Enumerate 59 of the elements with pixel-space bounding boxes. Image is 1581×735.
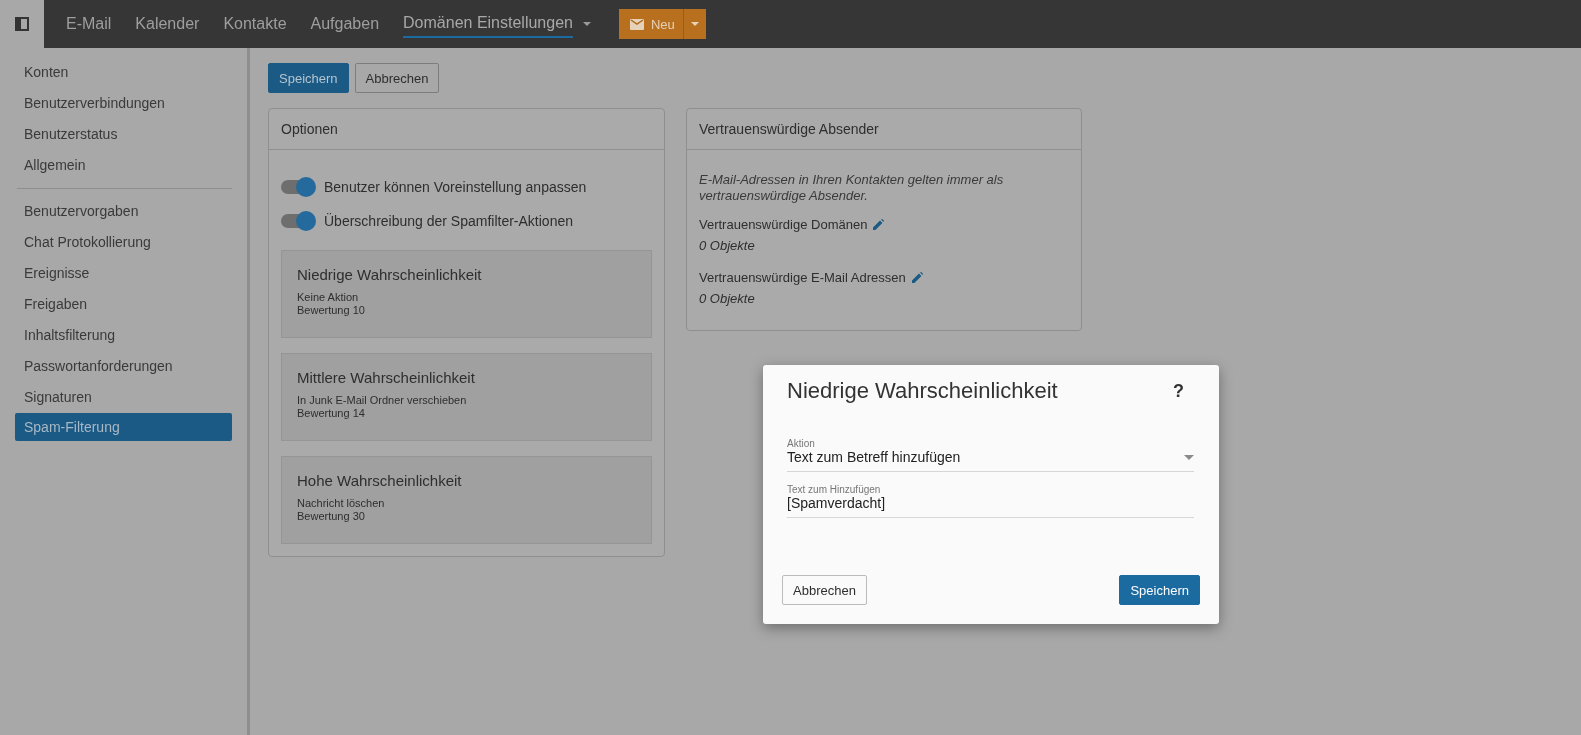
toggle-label: Überschreibung der Spamfilter-Aktionen bbox=[324, 213, 573, 229]
sidebar-item[interactable]: Allgemein bbox=[15, 150, 232, 181]
level-score: Bewertung 30 bbox=[297, 510, 366, 523]
sidebar-item[interactable]: Benutzerstatus bbox=[15, 119, 232, 150]
sidebar-item[interactable]: Chat Protokollierung bbox=[15, 227, 232, 258]
item-count: 0 Objekte bbox=[699, 238, 756, 253]
level-card[interactable]: Niedrige Wahrscheinlichkeit Keine Aktion Bewertung 10 bbox=[281, 250, 652, 338]
sidebar-item[interactable]: Ereignisse bbox=[15, 258, 232, 289]
sidebar-item[interactable]: Konten bbox=[15, 57, 232, 88]
item-count: 0 Objekte bbox=[699, 291, 756, 306]
sidebar-item[interactable]: Spam-Filterung bbox=[15, 413, 232, 441]
sidebar-item[interactable]: Passwortanforderungen bbox=[15, 351, 232, 382]
select-field[interactable]: Aktion Text zum Betreff hinzufügen bbox=[787, 438, 1194, 472]
sidebar-item[interactable]: Signaturen bbox=[15, 382, 232, 413]
dropdown-button[interactable] bbox=[683, 9, 706, 39]
level-score: Bewertung 14 bbox=[297, 407, 366, 420]
panel-title: Vertrauenswürdige Absender bbox=[687, 109, 1081, 150]
level-title: Niedrige Wahrscheinlichkeit bbox=[297, 266, 483, 283]
edit-button[interactable] bbox=[911, 271, 923, 283]
sidebar-item[interactable]: Freigaben bbox=[15, 289, 232, 320]
list-label: Vertrauenswürdige E-Mail Adressen bbox=[699, 269, 906, 285]
edit-button[interactable] bbox=[873, 218, 885, 230]
caret-icon bbox=[1184, 454, 1194, 460]
dialog-title: Niedrige Wahrscheinlichkeit bbox=[787, 378, 1058, 404]
info-note: E-Mail-Adressen in Ihren Kontakten gelten immer als vertrauenswürdige Absender. bbox=[699, 172, 1005, 204]
nav-tab[interactable]: Aufgaben bbox=[310, 11, 380, 37]
help-button[interactable]: ? bbox=[1167, 380, 1190, 402]
nav-tab[interactable]: E-Mail bbox=[66, 11, 112, 37]
pencil-icon bbox=[911, 271, 923, 283]
envelope-icon bbox=[629, 18, 644, 30]
nav-tab[interactable]: Kalender bbox=[135, 11, 200, 37]
save-button[interactable]: Speichern bbox=[1119, 575, 1200, 605]
nav-tab[interactable]: Kontakte bbox=[223, 11, 287, 37]
sidebar-item[interactable]: Benutzervorgaben bbox=[15, 196, 232, 227]
level-title: Mittlere Wahrscheinlichkeit bbox=[297, 369, 476, 386]
list-label: Vertrauenswürdige Domänen bbox=[699, 216, 868, 232]
toggle-switch[interactable] bbox=[281, 180, 315, 194]
new-button[interactable]: Neu bbox=[618, 9, 684, 39]
level-score: Bewertung 10 bbox=[297, 304, 366, 317]
nav-tab[interactable]: Domänen Einstellungen bbox=[403, 10, 573, 38]
sidebar-toggle-button[interactable] bbox=[0, 0, 44, 48]
toggle-label: Benutzer können Voreinstellung anpassen bbox=[324, 179, 587, 195]
save-button[interactable]: Speichern bbox=[268, 63, 349, 93]
input-field[interactable]: Text zum Hinzufügen [Spamverdacht] bbox=[787, 484, 1194, 518]
level-action: Nachricht löschen bbox=[297, 497, 386, 510]
caret-icon bbox=[690, 21, 699, 27]
cancel-button[interactable]: Abbrechen bbox=[782, 575, 867, 605]
level-action: Keine Aktion bbox=[297, 291, 360, 304]
level-action: In Junk E-Mail Ordner verschieben bbox=[297, 394, 468, 407]
sidebar-item[interactable]: Inhaltsfilterung bbox=[15, 320, 232, 351]
pencil-icon bbox=[873, 218, 885, 230]
toggle-switch[interactable] bbox=[281, 214, 315, 228]
level-card[interactable]: Hohe Wahrscheinlichkeit Nachricht löschen Bewertung 30 bbox=[281, 456, 652, 544]
sidebar-item[interactable]: Benutzerverbindungen bbox=[15, 88, 232, 119]
panel-icon bbox=[15, 17, 29, 31]
level-card[interactable]: Mittlere Wahrscheinlichkeit In Junk E-Mail Ordner verschieben Bewertung 14 bbox=[281, 353, 652, 441]
cancel-button[interactable]: Abbrechen bbox=[354, 63, 440, 93]
level-title: Hohe Wahrscheinlichkeit bbox=[297, 472, 463, 489]
panel-title: Optionen bbox=[269, 109, 664, 150]
